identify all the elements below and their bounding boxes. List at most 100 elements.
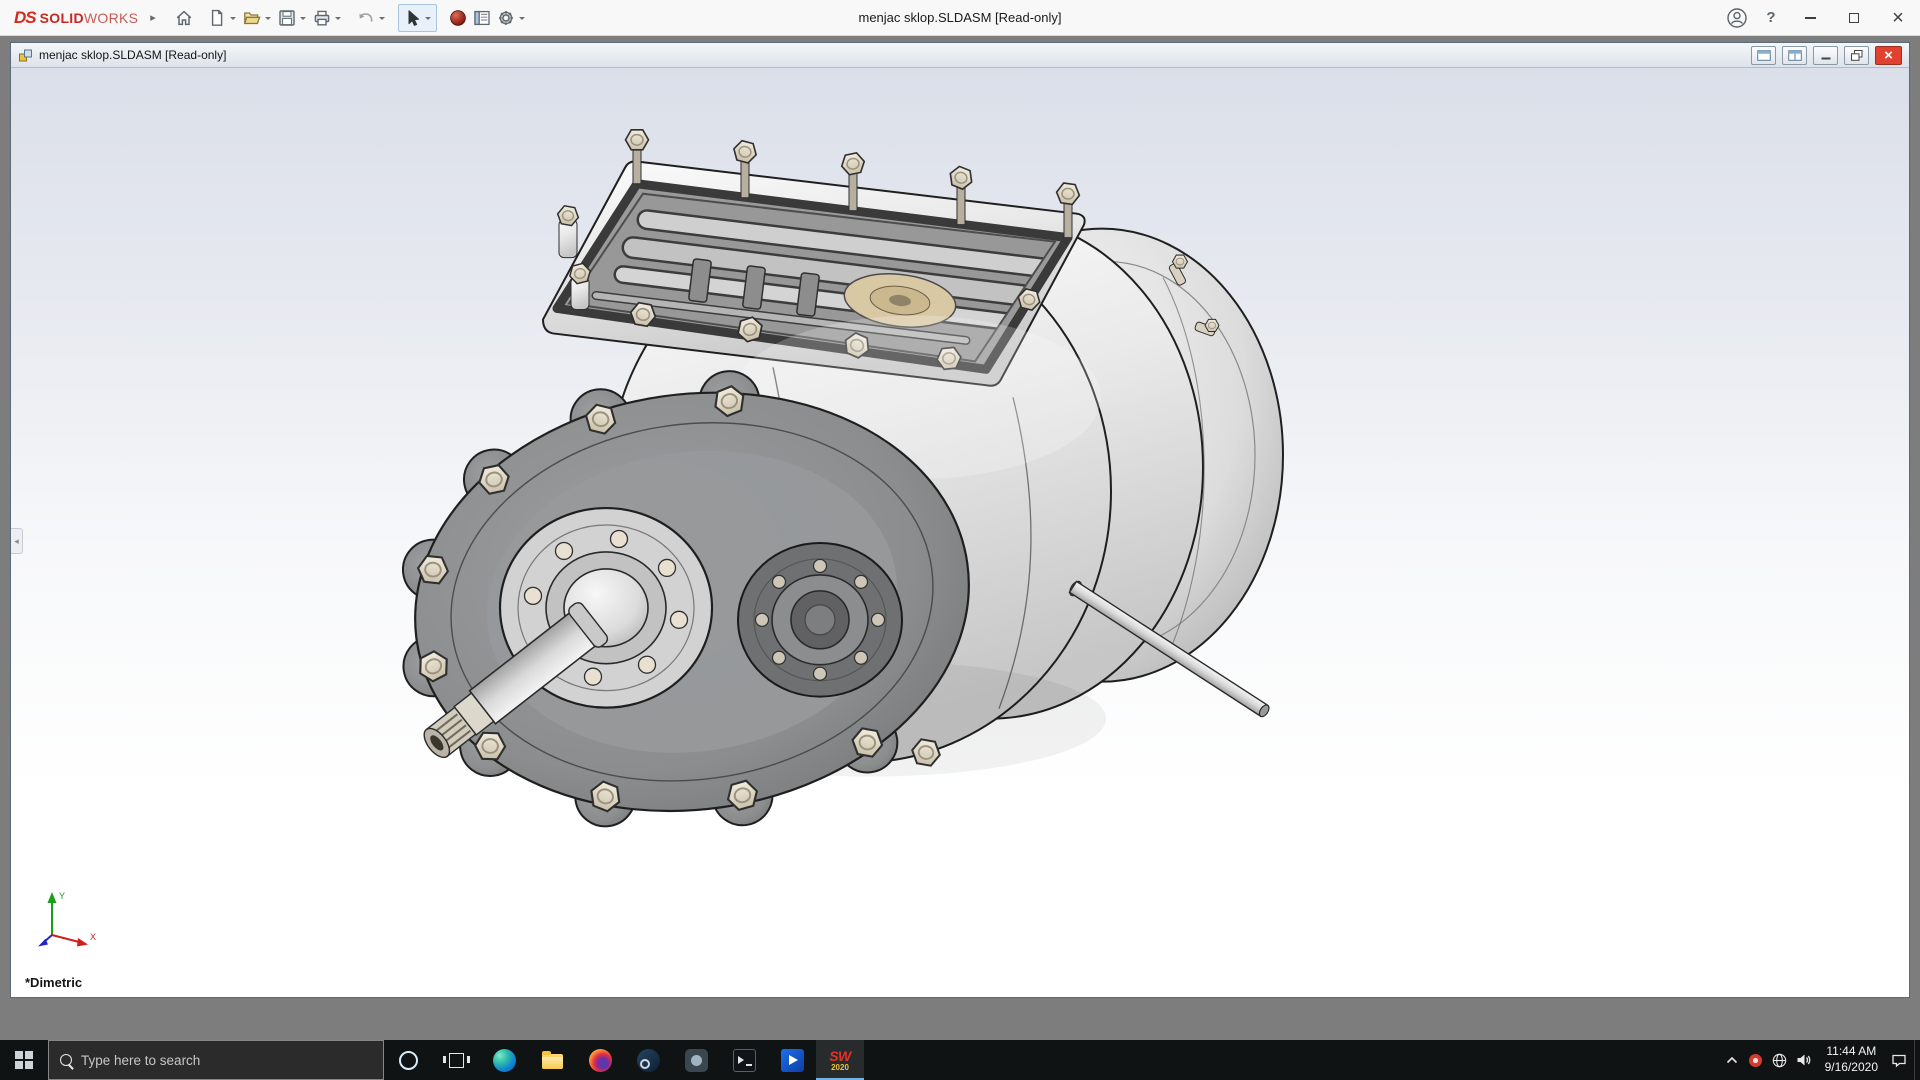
user-icon <box>1727 7 1747 28</box>
cortana-icon <box>398 1050 418 1070</box>
volume-icon <box>1797 1054 1810 1066</box>
home-button[interactable] <box>172 4 196 32</box>
dropdown-caret[interactable] <box>518 16 525 23</box>
start-button[interactable] <box>0 1040 48 1080</box>
taskbar-item-media-player[interactable] <box>768 1040 816 1080</box>
task-pane-button[interactable] <box>470 4 494 32</box>
maximize-button[interactable] <box>1832 0 1876 35</box>
app-title: menjac sklop.SLDASM [Read-only] <box>858 10 1062 25</box>
action-center-icon <box>1892 1054 1906 1067</box>
doc-pane-button-2[interactable] <box>1782 45 1807 65</box>
orientation-triad: Y X <box>38 891 96 947</box>
system-tray: 11:44 AM 9/16/2020 <box>1720 1040 1920 1080</box>
dropdown-caret[interactable] <box>334 16 341 23</box>
app-icon <box>684 1048 708 1072</box>
gearbox-model[interactable] <box>11 68 1909 997</box>
close-button[interactable]: × <box>1876 0 1920 35</box>
media-player-icon <box>780 1048 804 1072</box>
close-icon: × <box>1892 6 1904 29</box>
action-center-button[interactable] <box>1887 1040 1911 1080</box>
save-icon <box>279 9 295 26</box>
network-button[interactable] <box>1768 1040 1792 1080</box>
select-tool-button[interactable] <box>397 3 437 32</box>
document-window: menjac sklop.SLDASM [Read-only] × ◂ Y X … <box>10 42 1910 998</box>
dropdown-caret[interactable] <box>229 16 236 23</box>
taskbar: SW 2020 11:44 AM 9/16/2020 <box>0 1040 1920 1080</box>
undo-icon <box>359 12 373 22</box>
side-cover-boss[interactable] <box>737 541 903 698</box>
app-titlebar: DS SOLID WORKS ▸ menjac sklop.SLDASM [Re… <box>0 0 1920 36</box>
triad-y-label: Y <box>59 891 65 901</box>
taskbar-item-file-explorer[interactable] <box>528 1040 576 1080</box>
new-document-icon <box>211 9 223 26</box>
graphics-viewport[interactable]: ◂ Y X *Dimetric <box>11 68 1909 997</box>
taskbar-item-solidworks[interactable]: SW 2020 <box>816 1040 864 1080</box>
ds-logo: DS <box>14 7 37 27</box>
close-icon: × <box>1884 46 1893 64</box>
dropdown-caret[interactable] <box>299 16 306 23</box>
hidden-icons-button[interactable] <box>1720 1040 1744 1080</box>
taskbar-item-firefox[interactable] <box>576 1040 624 1080</box>
minimize-button[interactable] <box>1788 0 1832 35</box>
taskbar-item-terminal[interactable] <box>720 1040 768 1080</box>
feature-tree-collapse-tab[interactable]: ◂ <box>11 528 23 554</box>
print-icon <box>314 10 330 25</box>
solidworks-icon: SW 2020 <box>829 1047 851 1072</box>
document-window-controls: × <box>1751 45 1905 65</box>
taskbar-app-icons: SW 2020 <box>384 1040 864 1080</box>
search-icon <box>60 1054 72 1066</box>
doc-pane-button-1[interactable] <box>1751 45 1776 65</box>
open-folder-icon <box>243 11 261 24</box>
search-input[interactable] <box>81 1052 372 1068</box>
menu-expand-arrow[interactable]: ▸ <box>142 9 164 26</box>
open-button[interactable] <box>240 4 275 32</box>
window-pane-icon <box>1756 49 1771 61</box>
document-title: menjac sklop.SLDASM [Read-only] <box>39 48 227 62</box>
taskbar-item-task-view[interactable] <box>432 1040 480 1080</box>
terminal-icon <box>732 1048 756 1072</box>
chevron-up-icon <box>1726 1056 1737 1064</box>
taskbar-search[interactable] <box>48 1040 384 1080</box>
doc-restore-button[interactable] <box>1844 45 1869 65</box>
edge-icon <box>492 1048 516 1072</box>
minimize-icon <box>1804 16 1816 19</box>
tray-status-button[interactable] <box>1744 1040 1768 1080</box>
save-button[interactable] <box>275 4 310 32</box>
doc-minimize-button[interactable] <box>1813 45 1838 65</box>
minimize-icon <box>1821 57 1830 60</box>
restore-icon <box>1851 49 1863 61</box>
show-desktop-button[interactable] <box>1914 1040 1920 1080</box>
print-button[interactable] <box>310 4 345 32</box>
dropdown-caret[interactable] <box>264 16 271 23</box>
red-sphere-icon <box>450 9 466 26</box>
taskbar-item-steam[interactable] <box>624 1040 672 1080</box>
task-view-icon <box>442 1052 470 1068</box>
taskbar-item-app[interactable] <box>672 1040 720 1080</box>
new-document-button[interactable] <box>205 4 240 32</box>
undo-button[interactable] <box>354 4 389 32</box>
file-explorer-icon <box>541 1051 563 1069</box>
taskbar-item-cortana[interactable] <box>384 1040 432 1080</box>
help-button[interactable]: ? <box>1754 0 1788 35</box>
account-button[interactable] <box>1720 0 1754 35</box>
triad-x-label: X <box>90 932 96 942</box>
options-button[interactable] <box>494 4 529 32</box>
red-sphere-button[interactable] <box>446 4 470 32</box>
clock[interactable]: 11:44 AM 9/16/2020 <box>1816 1040 1887 1080</box>
window-split-icon <box>1787 49 1802 61</box>
volume-button[interactable] <box>1792 1040 1816 1080</box>
help-icon: ? <box>1766 9 1776 26</box>
maximize-icon <box>1849 12 1859 23</box>
taskbar-item-edge[interactable] <box>480 1040 528 1080</box>
quick-access-toolbar <box>172 3 538 32</box>
dropdown-caret[interactable] <box>424 16 431 23</box>
task-pane-icon <box>474 10 490 25</box>
network-globe-icon <box>1772 1053 1787 1067</box>
steam-icon <box>636 1048 660 1072</box>
gear-icon <box>499 10 513 25</box>
assembly-icon <box>18 48 33 63</box>
doc-close-button[interactable]: × <box>1875 45 1902 65</box>
dropdown-caret[interactable] <box>378 16 385 23</box>
document-titlebar[interactable]: menjac sklop.SLDASM [Read-only] × <box>11 43 1909 68</box>
clock-time: 11:44 AM <box>1826 1044 1877 1059</box>
